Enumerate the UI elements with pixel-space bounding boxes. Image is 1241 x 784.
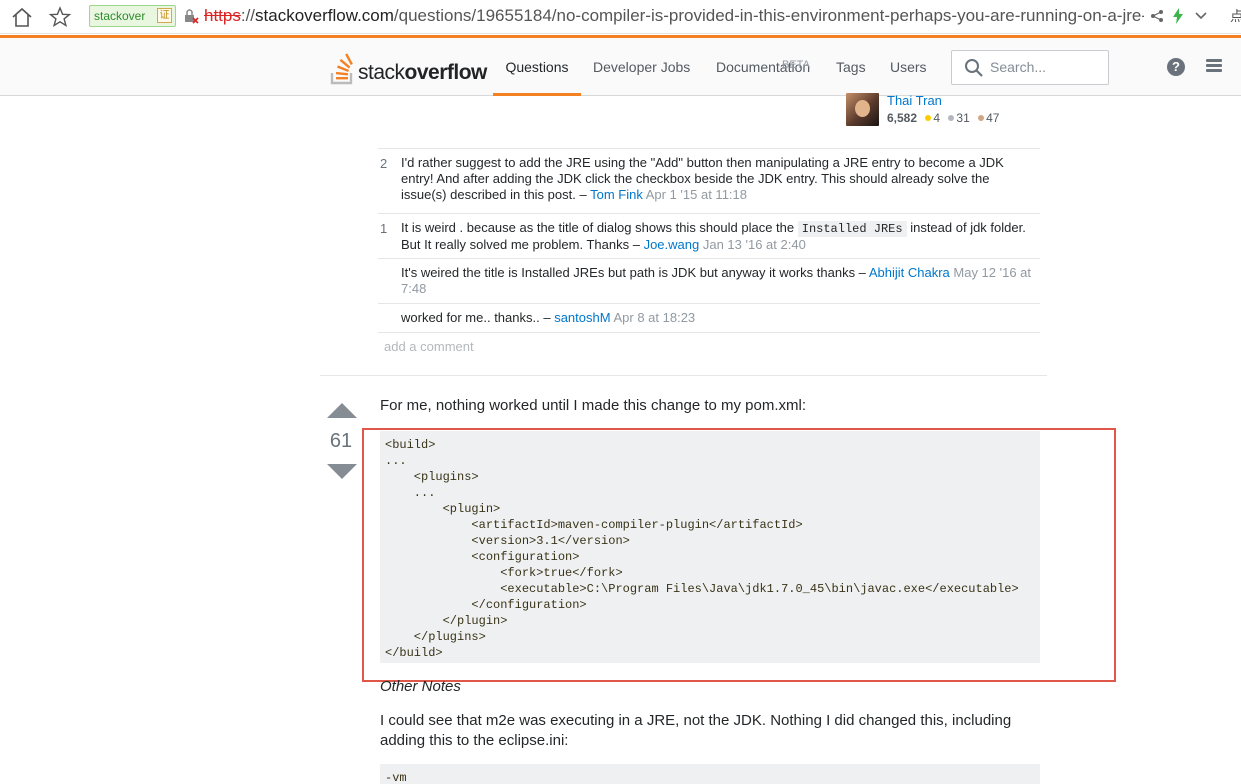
comment-user-link[interactable]: Abhijit Chakra xyxy=(869,265,950,280)
avatar[interactable] xyxy=(846,93,879,126)
comment-text: It is weird . because as the title of di… xyxy=(401,220,795,235)
vote-count: 61 xyxy=(329,430,353,452)
comment-date[interactable]: Apr 8 at 18:23 xyxy=(613,310,695,325)
question-author-card: Thai Tran 6,582 4 31 47 xyxy=(846,93,1046,127)
other-notes-heading: Other Notes xyxy=(380,678,461,695)
insecure-lock-icon[interactable] xyxy=(183,8,199,24)
answer-paragraph: I could see that m2e was executing in a … xyxy=(380,712,1012,749)
upvote-arrow-icon[interactable] xyxy=(326,402,358,418)
author-stats: 6,582 4 31 47 xyxy=(887,111,999,125)
bookmark-star-icon[interactable] xyxy=(48,6,72,28)
address-bar[interactable]: https://stackoverflow.com/questions/1965… xyxy=(204,6,1144,26)
answer-intro: For me, nothing worked until I made this… xyxy=(380,397,807,414)
comment-score: 2 xyxy=(380,156,388,171)
comment-item: 1 It is weird . because as the title of … xyxy=(378,214,1040,259)
site-identity-chip[interactable]: stackover 证 xyxy=(89,5,176,27)
highlight-annotation-box xyxy=(362,428,1116,682)
comment-text: worked for me.. thanks.. – xyxy=(401,310,551,325)
site-header: stackoverflow Questions Developer Jobs D… xyxy=(0,35,1241,96)
comment-user-link[interactable]: Tom Fink xyxy=(590,187,643,202)
site-chip-label: stackover xyxy=(94,9,146,23)
gold-badge-icon xyxy=(925,115,932,121)
reputation: 6,582 xyxy=(887,111,918,125)
certificate-icon: 证 xyxy=(157,8,172,23)
help-icon[interactable]: ? xyxy=(1167,58,1185,76)
comment-list: 2 I'd rather suggest to add the JRE usin… xyxy=(378,148,1040,333)
url-separator: :// xyxy=(240,6,256,25)
lightning-icon[interactable] xyxy=(1172,8,1184,24)
silver-count: 31 xyxy=(956,111,970,125)
site-switcher-icon[interactable] xyxy=(1206,59,1222,75)
stack-logo-icon xyxy=(330,53,353,85)
comment-item: worked for me.. thanks.. – santoshM Apr … xyxy=(378,304,1040,333)
comment-text: It's weired the title is Installed JREs … xyxy=(401,265,866,280)
nav-developer-jobs[interactable]: Developer Jobs xyxy=(593,38,690,96)
home-icon[interactable] xyxy=(10,6,34,28)
comment-score: 1 xyxy=(380,221,388,236)
comment-item: It's weired the title is Installed JREs … xyxy=(378,259,1040,304)
logo-wordmark: stackoverflow xyxy=(358,61,487,84)
search-placeholder: Search... xyxy=(990,59,1047,75)
comment-date[interactable]: Apr 1 '15 at 11:18 xyxy=(646,187,747,202)
comment-user-link[interactable]: Joe.wang xyxy=(644,237,700,252)
search-input[interactable]: Search... xyxy=(951,50,1109,85)
bronze-count: 47 xyxy=(986,111,1000,125)
bronze-badge-icon xyxy=(978,115,985,121)
inline-code: Installed JREs xyxy=(797,221,907,237)
answer-divider xyxy=(320,375,1047,376)
browser-toolbar: stackover 证 https://stackoverflow.com/qu… xyxy=(0,0,1241,34)
chevron-down-icon[interactable] xyxy=(1194,10,1208,22)
comment-date[interactable]: Jan 13 '16 at 2:40 xyxy=(703,237,806,252)
silver-badge-icon xyxy=(948,115,955,121)
code-block-vm: -vm xyxy=(380,764,1040,784)
url-protocol: https xyxy=(204,6,241,25)
nav-users[interactable]: Users xyxy=(890,38,927,96)
nav-documentation[interactable]: Documentation BETA xyxy=(716,38,810,96)
stackoverflow-logo[interactable]: stackoverflow xyxy=(330,51,487,85)
add-comment-link[interactable]: add a comment xyxy=(384,339,474,354)
share-icon[interactable] xyxy=(1150,9,1164,23)
gold-count: 4 xyxy=(933,111,941,125)
author-name[interactable]: Thai Tran xyxy=(887,93,942,108)
beta-badge: BETA xyxy=(782,59,810,71)
nav-tags[interactable]: Tags xyxy=(836,38,866,96)
browser-menu-glyph[interactable]: 点 xyxy=(1230,6,1241,26)
comment-item: 2 I'd rather suggest to add the JRE usin… xyxy=(378,149,1040,214)
url-host: stackoverflow.com xyxy=(255,6,394,25)
nav-questions[interactable]: Questions xyxy=(493,38,581,96)
comment-user-link[interactable]: santoshM xyxy=(554,310,610,325)
search-icon xyxy=(965,59,983,77)
url-path: /questions/19655184/no-compiler-is-provi… xyxy=(393,6,1144,25)
downvote-arrow-icon[interactable] xyxy=(326,464,358,480)
